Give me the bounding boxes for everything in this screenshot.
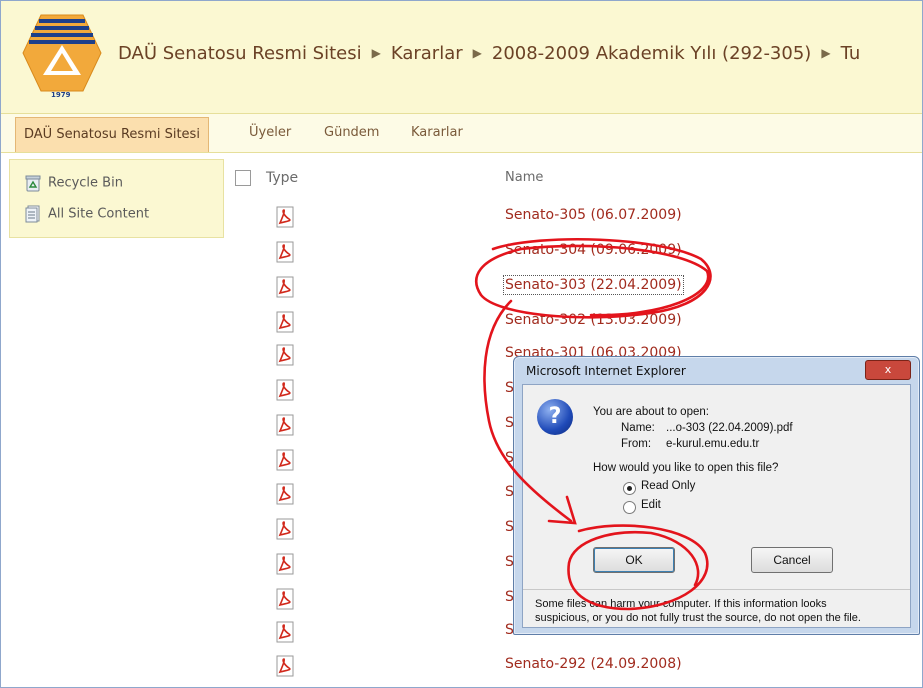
pdf-icon[interactable] <box>274 588 296 610</box>
breadcrumb-arrow-icon: ▶ <box>821 46 831 60</box>
dialog-body: ? You are about to open: Name: ...o-303 … <box>522 384 911 628</box>
breadcrumb-kararlar[interactable]: Kararlar <box>391 43 463 64</box>
browser-page: 1979 DAÜ Senatosu Resmi Sitesi ▶ Kararlar ▶… <box>0 0 923 688</box>
pdf-icon[interactable] <box>274 206 296 228</box>
recycle-bin-link[interactable]: Recycle Bin <box>24 174 123 192</box>
pdf-icon[interactable] <box>274 241 296 263</box>
dialog-divider <box>523 589 910 590</box>
name-column-header[interactable]: Name <box>505 170 543 185</box>
top-navigation: DAÜ Senatosu Resmi Sitesi Üyeler Gündem … <box>1 113 922 153</box>
file-name-label: Name: <box>621 422 655 434</box>
pdf-icon[interactable] <box>274 414 296 436</box>
warning-line-1: Some files can harm your computer. If th… <box>535 598 827 610</box>
open-file-dialog: Microsoft Internet Explorer x ? You are … <box>513 356 920 635</box>
edit-radio[interactable] <box>623 501 636 514</box>
nav-tab-gundem[interactable]: Gündem <box>324 114 379 152</box>
pdf-icon[interactable] <box>274 655 296 677</box>
all-site-content-label: All Site Content <box>48 206 150 222</box>
document-link[interactable]: Senato-292 (24.09.2008) <box>505 656 682 672</box>
file-from-label: From: <box>621 438 652 450</box>
type-column-header[interactable]: Type <box>266 170 298 186</box>
document-link[interactable]: Senato-304 (09.06.2009) <box>505 242 682 258</box>
pdf-icon[interactable] <box>274 449 296 471</box>
read-only-radio[interactable] <box>623 482 636 495</box>
warning-line-2: suspicious, or you do not fully trust th… <box>535 612 861 624</box>
edit-label[interactable]: Edit <box>641 499 661 511</box>
quick-launch-panel: Recycle Bin All Site Content <box>9 159 224 238</box>
file-name-value: ...o-303 (22.04.2009).pdf <box>666 422 793 434</box>
pdf-icon[interactable] <box>274 483 296 505</box>
breadcrumb-site[interactable]: DAÜ Senatosu Resmi Sitesi <box>118 43 362 64</box>
question-icon: ? <box>537 399 573 435</box>
breadcrumb-current: Tu <box>840 43 861 64</box>
university-logo: 1979 <box>21 13 103 103</box>
file-from-value: e-kurul.emu.edu.tr <box>666 438 760 450</box>
recycle-bin-label: Recycle Bin <box>48 175 123 191</box>
site-content-icon <box>25 205 40 223</box>
pdf-icon[interactable] <box>274 518 296 540</box>
recycle-bin-icon <box>25 175 41 192</box>
nav-tab-kararlar[interactable]: Kararlar <box>411 114 463 152</box>
document-link[interactable]: Senato-302 (13.03.2009) <box>505 312 682 328</box>
breadcrumb-arrow-icon: ▶ <box>472 46 482 60</box>
dialog-intro: You are about to open: <box>593 406 709 418</box>
pdf-icon[interactable] <box>274 553 296 575</box>
breadcrumb-year[interactable]: 2008-2009 Akademik Yılı (292-305) <box>492 43 811 64</box>
document-link[interactable]: Senato-305 (06.07.2009) <box>505 207 682 223</box>
breadcrumb: DAÜ Senatosu Resmi Sitesi ▶ Kararlar ▶ 2008-… <box>118 43 860 64</box>
pdf-icon[interactable] <box>274 311 296 333</box>
nav-tab-home[interactable]: DAÜ Senatosu Resmi Sitesi <box>15 117 209 152</box>
open-question: How would you like to open this file? <box>593 462 779 474</box>
pdf-icon[interactable] <box>274 276 296 298</box>
breadcrumb-arrow-icon: ▶ <box>371 46 381 60</box>
select-all-checkbox[interactable] <box>235 170 251 186</box>
pdf-icon[interactable] <box>274 379 296 401</box>
dialog-title: Microsoft Internet Explorer <box>526 364 686 378</box>
pdf-icon[interactable] <box>274 344 296 366</box>
site-header: 1979 DAÜ Senatosu Resmi Sitesi ▶ Kararlar ▶… <box>1 1 922 113</box>
cancel-button[interactable]: Cancel <box>751 547 833 573</box>
nav-tab-uyeler[interactable]: Üyeler <box>249 114 291 152</box>
read-only-label[interactable]: Read Only <box>641 480 695 492</box>
logo-year: 1979 <box>51 91 71 99</box>
document-link[interactable]: Senato-303 (22.04.2009) <box>503 275 684 295</box>
pdf-icon[interactable] <box>274 621 296 643</box>
ok-button[interactable]: OK <box>593 547 675 573</box>
all-site-content-link[interactable]: All Site Content <box>24 205 149 223</box>
dialog-close-button[interactable]: x <box>865 360 911 380</box>
